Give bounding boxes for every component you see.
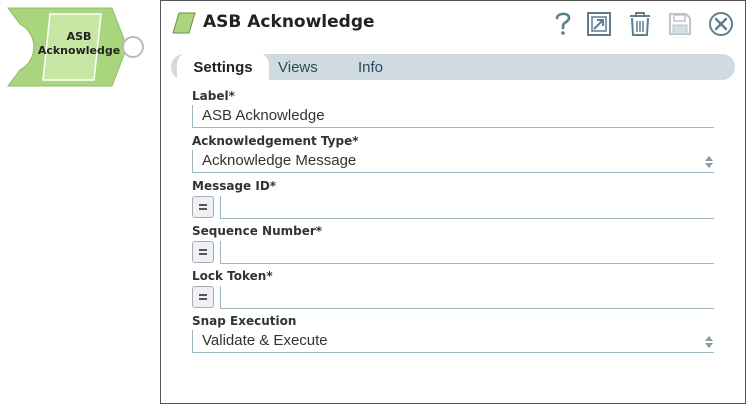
sequence-number-label: Sequence Number* [192,224,323,238]
label-input-value: ASB Acknowledge [202,107,325,124]
snap-settings-dialog: ASB Acknowledge Settings Views Info Labe… [160,0,746,404]
select-arrows-icon [705,156,713,168]
snap-node[interactable]: ASB Acknowledge [0,0,160,100]
tab-bar: Settings Views Info [171,52,735,82]
snap-execution-value: Validate & Execute [202,332,328,349]
export-icon[interactable] [585,9,613,39]
sequence-number-input[interactable] [220,241,714,264]
ack-type-value: Acknowledge Message [202,152,357,169]
lock-token-label: Lock Token* [192,269,273,283]
help-icon[interactable] [551,9,575,39]
sequence-number-field: Sequence Number* [192,224,714,266]
tab-info[interactable]: Info [358,54,383,80]
snap-execution-field: Snap Execution Validate & Execute [192,314,714,353]
tab-settings[interactable]: Settings [177,52,269,82]
label-field-label: Label* [192,89,235,103]
snap-execution-select[interactable]: Validate & Execute [192,330,714,353]
label-field: Label* ASB Acknowledge [192,89,714,128]
expression-toggle-button[interactable] [192,196,214,218]
message-id-label: Message ID* [192,179,277,193]
message-id-input[interactable] [220,196,714,219]
lock-token-field: Lock Token* [192,269,714,311]
ack-type-select[interactable]: Acknowledge Message [192,150,714,173]
expression-toggle-button[interactable] [192,241,214,263]
ack-type-label: Acknowledgement Type* [192,134,359,148]
select-arrows-icon [705,336,713,348]
trash-icon[interactable] [627,9,653,39]
ack-type-field: Acknowledgement Type* Acknowledge Messag… [192,134,714,173]
close-icon[interactable] [707,9,735,39]
dialog-title: ASB Acknowledge [203,12,375,32]
tab-views[interactable]: Views [278,54,318,80]
snap-type-icon [172,12,196,34]
label-input[interactable]: ASB Acknowledge [192,105,714,128]
snap-execution-label: Snap Execution [192,314,297,328]
snap-node-label: ASB Acknowledge [37,30,121,57]
lock-token-input[interactable] [220,286,714,309]
save-icon[interactable] [667,9,693,39]
message-id-field: Message ID* [192,179,714,221]
expression-toggle-button[interactable] [192,286,214,308]
